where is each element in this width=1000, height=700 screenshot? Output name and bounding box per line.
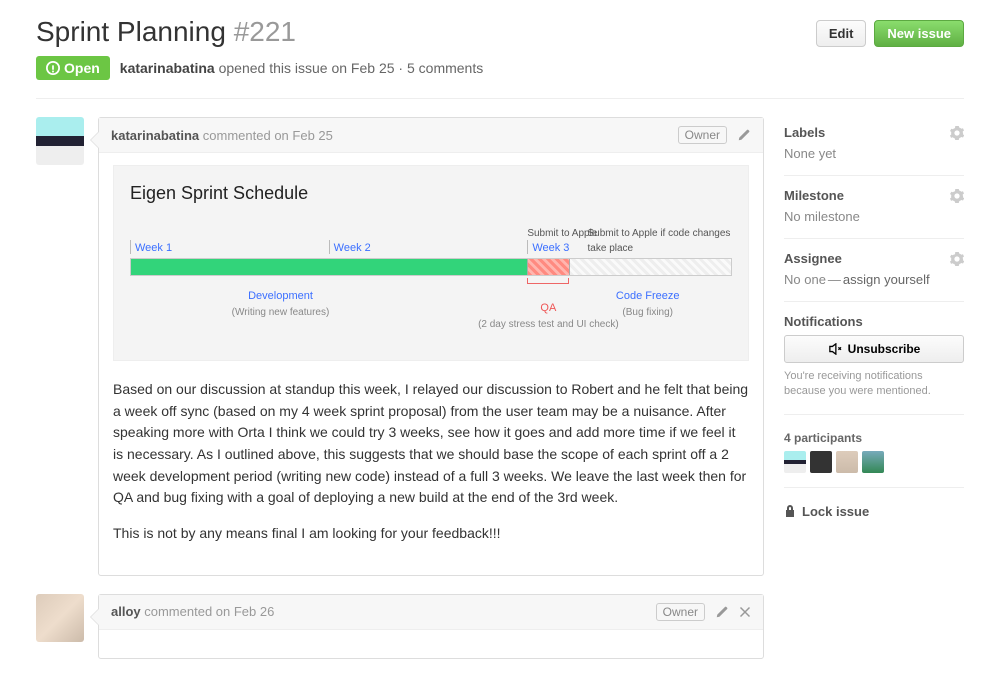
meta-date: on Feb 25 (331, 60, 394, 76)
participant-avatar[interactable] (784, 451, 806, 473)
comment-header: katarinabatina commented on Feb 25 Owner (99, 118, 763, 153)
notification-note: You're receiving notifications because y… (784, 369, 964, 400)
labels-value: None yet (784, 146, 964, 161)
comment-paragraph: Based on our discussion at standup this … (113, 379, 749, 509)
new-issue-button[interactable]: New issue (874, 20, 964, 47)
comment-paragraph: This is not by any means final I am look… (113, 523, 749, 545)
qa-phase-label: QA (540, 302, 556, 314)
notifications-block: Notifications Unsubscribe You're receivi… (784, 306, 964, 415)
issue-author[interactable]: katarinabatina (120, 60, 215, 76)
milestone-value: No milestone (784, 209, 964, 224)
participants-block: 4 participants (784, 419, 964, 488)
issue-title: Sprint Planning #221 (36, 16, 296, 48)
qa-bar (527, 259, 569, 275)
avatar[interactable] (36, 594, 84, 642)
week1-label: Week 1 (130, 240, 329, 254)
state-badge: Open (36, 56, 110, 80)
dev-phase-label: Development (248, 290, 313, 302)
dev-bar (131, 259, 527, 275)
comment-author[interactable]: alloy (111, 604, 141, 619)
milestone-block: Milestone No milestone (784, 180, 964, 239)
gear-icon[interactable] (950, 189, 964, 203)
qa-bracket (527, 278, 569, 284)
owner-badge: Owner (678, 126, 727, 144)
issue-title-text: Sprint Planning (36, 16, 226, 47)
comment-date[interactable]: on Feb 26 (216, 604, 275, 619)
labels-title: Labels (784, 125, 825, 140)
freeze-bar (569, 259, 731, 275)
comment-header: alloy commented on Feb 26 Owner (99, 595, 763, 630)
edit-comment-icon[interactable] (737, 128, 751, 142)
lock-icon (784, 504, 796, 518)
mute-icon (828, 343, 842, 355)
participant-avatar[interactable] (862, 451, 884, 473)
issue-number: #221 (234, 16, 296, 47)
sprint-schedule: Eigen Sprint Schedule Submit to Apple Su… (113, 165, 749, 361)
participant-avatar[interactable] (810, 451, 832, 473)
comment-date[interactable]: on Feb 25 (274, 128, 333, 143)
comment-author[interactable]: katarinabatina (111, 128, 199, 143)
unsubscribe-button[interactable]: Unsubscribe (784, 335, 964, 363)
assign-yourself-link[interactable]: assign yourself (843, 272, 930, 287)
participants-title: 4 participants (784, 431, 964, 445)
schedule-title: Eigen Sprint Schedule (130, 180, 732, 208)
submit2-label: Submit to Apple if code changes take pla… (588, 226, 732, 257)
gear-icon[interactable] (950, 252, 964, 266)
edit-button[interactable]: Edit (816, 20, 867, 47)
owner-badge: Owner (656, 603, 705, 621)
notifications-title: Notifications (784, 314, 964, 329)
milestone-title: Milestone (784, 188, 844, 203)
issue-open-icon (46, 61, 60, 75)
labels-block: Labels None yet (784, 117, 964, 176)
assignee-value: No one (784, 272, 826, 287)
edit-comment-icon[interactable] (715, 605, 729, 619)
lock-block: Lock issue (784, 492, 964, 533)
issue-meta: Open katarinabatina opened this issue on… (36, 56, 964, 99)
avatar[interactable] (36, 117, 84, 165)
lock-issue-link[interactable]: Lock issue (784, 504, 964, 519)
state-text: Open (64, 60, 100, 76)
participant-avatar[interactable] (836, 451, 858, 473)
meta-sep: · (398, 60, 403, 76)
gear-icon[interactable] (950, 126, 964, 140)
schedule-bar (130, 258, 732, 276)
week2-label: Week 2 (329, 240, 528, 254)
meta-comments: 5 comments (407, 60, 483, 76)
comment-item: alloy commented on Feb 26 Owner (36, 594, 764, 659)
freeze-phase-label: Code Freeze (616, 290, 680, 302)
assignee-title: Assignee (784, 251, 842, 266)
delete-comment-icon[interactable] (739, 606, 751, 618)
assignee-block: Assignee No one—assign yourself (784, 243, 964, 302)
meta-verb: opened this issue (219, 60, 328, 76)
comment-item: katarinabatina commented on Feb 25 Owner (36, 117, 764, 576)
